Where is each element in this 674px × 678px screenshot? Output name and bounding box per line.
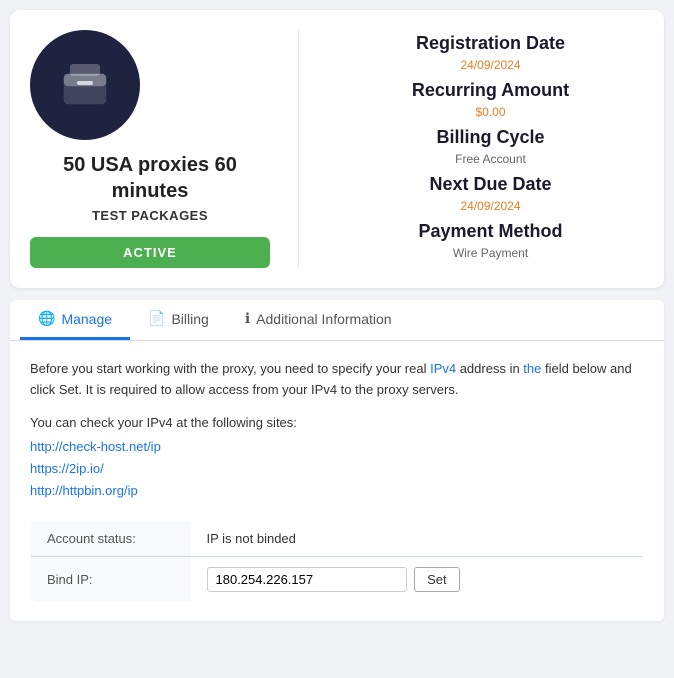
account-status-value: IP is not binded — [191, 520, 644, 556]
manage-content-panel: Before you start working with the proxy,… — [10, 341, 664, 621]
account-status-label: Account status: — [31, 520, 191, 556]
intro-text: Before you start working with the proxy,… — [30, 359, 644, 401]
tab-manage-label: Manage — [61, 311, 112, 327]
next-due-date: 24/09/2024 — [337, 199, 644, 213]
product-left-section: 50 USA proxies 60 minutes TEST PACKAGES … — [30, 30, 270, 268]
product-subtitle: TEST PACKAGES — [30, 208, 270, 223]
document-icon: 📄 — [148, 310, 165, 327]
billing-value: Free Account — [337, 152, 644, 166]
billing-label: Billing Cycle — [337, 127, 644, 148]
tab-additional-label: Additional Information — [256, 311, 391, 327]
payment-label: Payment Method — [337, 221, 644, 242]
vertical-divider — [298, 30, 299, 268]
bind-ip-label: Bind IP: — [31, 556, 191, 602]
status-table: Account status: IP is not binded Bind IP… — [30, 520, 644, 603]
product-icon-circle — [30, 30, 140, 140]
recurring-value: $0.00 — [337, 105, 644, 119]
site-link-2[interactable]: https://2ip.io/ — [30, 458, 644, 480]
table-row-status: Account status: IP is not binded — [31, 520, 644, 556]
tabs-bar: 🌐 Manage 📄 Billing ℹ Additional Informat… — [10, 300, 664, 341]
bind-ip-cell: Set — [191, 556, 644, 602]
box-icon — [57, 57, 113, 113]
site-link-1[interactable]: http://check-host.net/ip — [30, 436, 644, 458]
check-sites-label: You can check your IPv4 at the following… — [30, 415, 644, 430]
globe-icon: 🌐 — [38, 310, 55, 327]
tab-manage[interactable]: 🌐 Manage — [20, 300, 130, 340]
next-due-label: Next Due Date — [337, 174, 644, 195]
product-info-section: Registration Date 24/09/2024 Recurring A… — [327, 30, 644, 268]
site-link-3[interactable]: http://httpbin.org/ip — [30, 480, 644, 502]
recurring-label: Recurring Amount — [337, 80, 644, 101]
active-badge: ACTIVE — [30, 237, 270, 268]
bind-ip-input[interactable] — [207, 567, 407, 592]
table-row-bind-ip: Bind IP: Set — [31, 556, 644, 602]
tab-billing-label: Billing — [171, 311, 208, 327]
product-card: 50 USA proxies 60 minutes TEST PACKAGES … — [10, 10, 664, 288]
info-icon: ℹ — [245, 310, 250, 327]
tab-additional-information[interactable]: ℹ Additional Information — [227, 300, 410, 340]
payment-value: Wire Payment — [337, 246, 644, 260]
product-title: 50 USA proxies 60 minutes — [30, 152, 270, 204]
tab-billing[interactable]: 📄 Billing — [130, 300, 227, 340]
registration-label: Registration Date — [337, 33, 644, 54]
registration-date: 24/09/2024 — [337, 58, 644, 72]
set-button[interactable]: Set — [414, 567, 460, 592]
